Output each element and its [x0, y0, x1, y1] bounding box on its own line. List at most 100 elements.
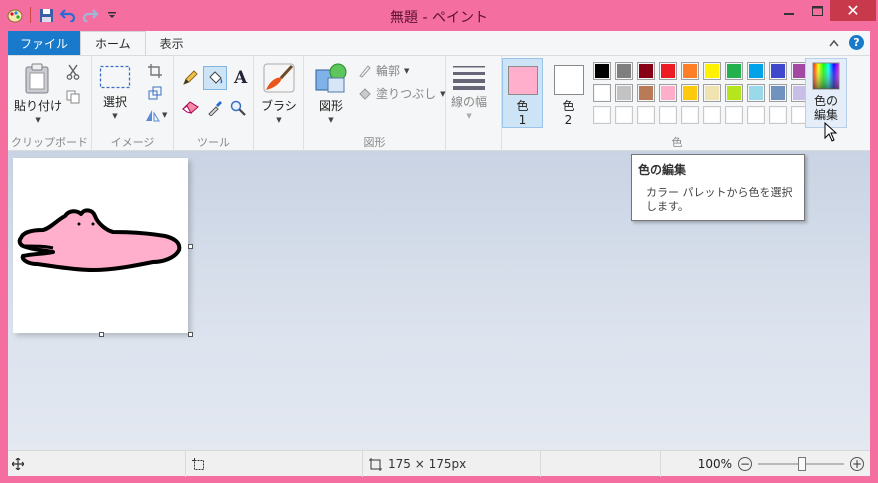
maximize-button[interactable]: [804, 0, 830, 21]
status-selection-size: [186, 451, 363, 477]
palette-swatch[interactable]: [747, 106, 765, 124]
status-bar: 175 × 175px 100% − +: [8, 450, 870, 477]
color2-swatch: [553, 65, 584, 95]
status-image-size: 175 × 175px: [363, 451, 541, 477]
palette-swatch[interactable]: [703, 84, 721, 102]
fill-button[interactable]: 塗りつぶし ▼: [358, 85, 446, 102]
group-shapes: 図形 ▼ 輪郭 ▼ 塗りつぶし ▼ 図形: [304, 56, 446, 152]
zoom-in-button[interactable]: +: [850, 457, 864, 471]
palette-swatch[interactable]: [725, 84, 743, 102]
select-rectangle-icon: [99, 65, 131, 89]
zoom-level: 100%: [697, 457, 732, 471]
text-tool-icon[interactable]: A: [234, 68, 247, 88]
chevron-down-icon: ▼: [466, 112, 472, 120]
drawing-canvas[interactable]: [13, 158, 188, 333]
color-palette: [593, 62, 813, 128]
palette-swatch[interactable]: [593, 84, 611, 102]
brush-icon: [263, 63, 295, 93]
select-button[interactable]: 選択 ▼: [99, 64, 131, 120]
select-label: 選択: [102, 95, 127, 109]
tooltip-title: 色の編集: [638, 163, 687, 177]
palette-swatch[interactable]: [769, 62, 787, 80]
chevron-down-icon: ▼: [328, 116, 334, 124]
chevron-down-icon: ▼: [404, 66, 410, 75]
resize-handle-right[interactable]: [188, 244, 193, 249]
chevron-down-icon: ▼: [162, 111, 168, 119]
chevron-down-icon: ▼: [440, 89, 446, 98]
chevron-down-icon: ▼: [276, 116, 282, 124]
ribbon: 貼り付け ▼ クリップボード 選択 ▼ ▼ イメージ A ツール ブラシ ▼ 図…: [8, 55, 870, 152]
resize-icon[interactable]: [148, 86, 162, 103]
tab-home[interactable]: ホーム: [80, 31, 146, 55]
zoom-slider-thumb[interactable]: [798, 457, 806, 471]
palette-swatch[interactable]: [615, 62, 633, 80]
selection-size-icon: [192, 457, 204, 470]
paste-button[interactable]: 貼り付け ▼: [14, 62, 62, 124]
shapes-icon: [315, 63, 347, 93]
edit-colors-tooltip: 色の編集 カラー パレットから色を選択します。: [631, 154, 805, 221]
crop-icon[interactable]: [148, 64, 162, 81]
eraser-icon[interactable]: [182, 100, 200, 117]
palette-swatch[interactable]: [747, 84, 765, 102]
group-image: 選択 ▼ ▼ イメージ: [92, 56, 174, 152]
minimize-ribbon-chevron-icon[interactable]: [829, 36, 839, 50]
resize-handle-corner[interactable]: [188, 332, 193, 337]
maximize-icon: [811, 5, 823, 16]
tab-file[interactable]: ファイル: [8, 31, 81, 55]
edit-colors-button[interactable]: 色の 編集: [805, 58, 847, 128]
palette-swatch[interactable]: [593, 62, 611, 80]
palette-swatch[interactable]: [769, 106, 787, 124]
palette-swatch[interactable]: [747, 62, 765, 80]
title-bar: 無題 - ペイント ✕: [0, 0, 878, 31]
palette-swatch[interactable]: [637, 106, 655, 124]
magnifier-icon[interactable]: [230, 100, 246, 119]
copy-icon[interactable]: [66, 90, 80, 107]
palette-swatch[interactable]: [703, 62, 721, 80]
line-width-icon: [453, 66, 485, 90]
palette-swatch[interactable]: [659, 62, 677, 80]
group-label-colors: 色: [671, 136, 683, 149]
image-size-text: 175 × 175px: [388, 457, 467, 471]
brush-button[interactable]: ブラシ ▼: [261, 62, 297, 124]
fill-bucket-icon[interactable]: [203, 66, 227, 90]
palette-swatch[interactable]: [681, 106, 699, 124]
palette-swatch[interactable]: [681, 84, 699, 102]
color2-button[interactable]: 色2: [548, 58, 589, 128]
palette-swatch[interactable]: [725, 106, 743, 124]
palette-swatch[interactable]: [615, 106, 633, 124]
mouse-cursor-icon: [824, 121, 838, 145]
shapes-button[interactable]: 図形 ▼: [314, 62, 348, 124]
group-colors: 色1 色2 色の 編集 色: [502, 56, 852, 152]
group-label-tools: ツール: [197, 136, 230, 149]
palette-swatch[interactable]: [681, 62, 699, 80]
size-button[interactable]: 線の幅 ▼: [451, 64, 487, 120]
close-button[interactable]: ✕: [830, 0, 876, 21]
color-picker-icon[interactable]: [207, 100, 223, 119]
outline-button[interactable]: 輪郭 ▼: [358, 62, 409, 79]
color1-button[interactable]: 色1: [502, 58, 543, 128]
zoom-slider[interactable]: [758, 457, 844, 471]
palette-swatch[interactable]: [659, 84, 677, 102]
zoom-out-button[interactable]: −: [738, 457, 752, 471]
palette-swatch[interactable]: [615, 84, 633, 102]
brush-label: ブラシ: [261, 99, 297, 113]
help-icon[interactable]: ?: [849, 35, 864, 50]
move-cursor-icon: [12, 458, 24, 470]
palette-swatch[interactable]: [637, 62, 655, 80]
tab-view[interactable]: 表示: [146, 31, 198, 55]
palette-swatch[interactable]: [725, 62, 743, 80]
palette-swatch[interactable]: [637, 84, 655, 102]
palette-swatch[interactable]: [769, 84, 787, 102]
edit-colors-icon: [812, 62, 840, 90]
resize-handle-bottom[interactable]: [99, 332, 104, 337]
palette-swatch[interactable]: [593, 106, 611, 124]
zoom-controls: 100% − +: [698, 451, 870, 477]
cut-icon[interactable]: [66, 64, 80, 83]
color1-label: 色1: [516, 99, 529, 127]
pencil-icon[interactable]: [182, 70, 198, 89]
rotate-icon[interactable]: ▼: [144, 108, 167, 122]
palette-swatch[interactable]: [703, 106, 721, 124]
palette-swatch[interactable]: [659, 106, 677, 124]
minimize-button[interactable]: [775, 0, 803, 21]
fill-label: 塗りつぶし: [376, 87, 437, 101]
